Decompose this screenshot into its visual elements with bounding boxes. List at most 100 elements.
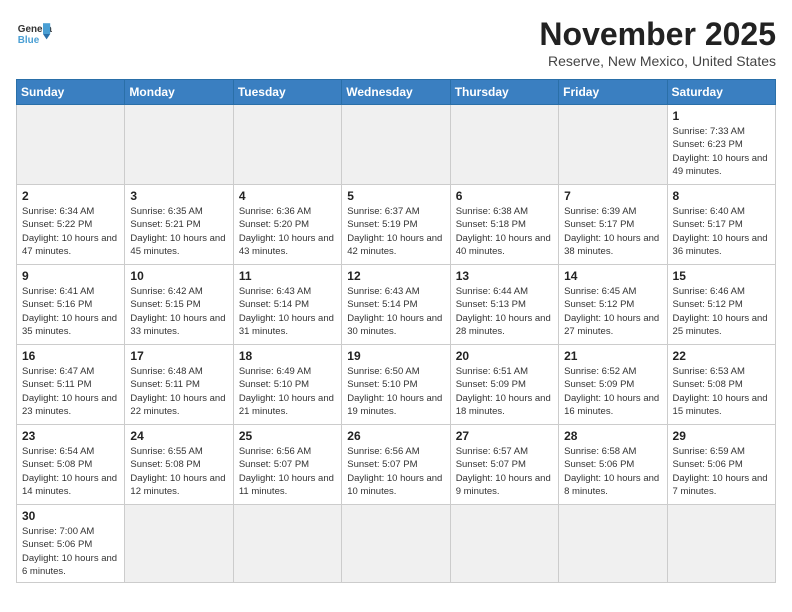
cell-info: Sunrise: 6:47 AM Sunset: 5:11 PM Dayligh… [22,365,119,418]
day-number: 9 [22,269,119,283]
calendar-cell [667,505,775,583]
day-number: 7 [564,189,661,203]
day-number: 3 [130,189,227,203]
calendar-cell: 14 Sunrise: 6:45 AM Sunset: 5:12 PM Dayli… [559,265,667,345]
calendar-cell: 27 Sunrise: 6:57 AM Sunset: 5:07 PM Dayli… [450,425,558,505]
location: Reserve, New Mexico, United States [539,53,776,69]
cell-info: Sunrise: 6:54 AM Sunset: 5:08 PM Dayligh… [22,445,119,498]
cell-info: Sunrise: 6:56 AM Sunset: 5:07 PM Dayligh… [347,445,444,498]
cell-info: Sunrise: 6:34 AM Sunset: 5:22 PM Dayligh… [22,205,119,258]
weekday-header-tuesday: Tuesday [233,80,341,105]
calendar-cell [233,505,341,583]
day-number: 4 [239,189,336,203]
cell-info: Sunrise: 6:36 AM Sunset: 5:20 PM Dayligh… [239,205,336,258]
day-number: 14 [564,269,661,283]
weekday-header-saturday: Saturday [667,80,775,105]
day-number: 8 [673,189,770,203]
day-number: 28 [564,429,661,443]
calendar-cell: 24 Sunrise: 6:55 AM Sunset: 5:08 PM Dayli… [125,425,233,505]
calendar-cell: 16 Sunrise: 6:47 AM Sunset: 5:11 PM Dayli… [17,345,125,425]
calendar-cell: 18Sunrise: 6:49 AM Sunset: 5:10 PM Dayli… [233,345,341,425]
cell-info: Sunrise: 6:53 AM Sunset: 5:08 PM Dayligh… [673,365,770,418]
month-title: November 2025 [539,16,776,53]
cell-info: Sunrise: 6:41 AM Sunset: 5:16 PM Dayligh… [22,285,119,338]
weekday-header-thursday: Thursday [450,80,558,105]
day-number: 27 [456,429,553,443]
logo: General Blue [16,16,52,52]
weekday-header-friday: Friday [559,80,667,105]
weekday-header-row: SundayMondayTuesdayWednesdayThursdayFrid… [17,80,776,105]
weekday-header-sunday: Sunday [17,80,125,105]
calendar-cell: 30Sunrise: 7:00 AM Sunset: 5:06 PM Dayli… [17,505,125,583]
calendar-cell: 21 Sunrise: 6:52 AM Sunset: 5:09 PM Dayli… [559,345,667,425]
cell-info: Sunrise: 7:33 AM Sunset: 6:23 PM Dayligh… [673,125,770,178]
day-number: 10 [130,269,227,283]
svg-text:Blue: Blue [18,35,40,46]
cell-info: Sunrise: 6:51 AM Sunset: 5:09 PM Dayligh… [456,365,553,418]
cell-info: Sunrise: 6:43 AM Sunset: 5:14 PM Dayligh… [239,285,336,338]
day-number: 13 [456,269,553,283]
weekday-header-monday: Monday [125,80,233,105]
cell-info: Sunrise: 6:52 AM Sunset: 5:09 PM Dayligh… [564,365,661,418]
day-number: 22 [673,349,770,363]
calendar-table: SundayMondayTuesdayWednesdayThursdayFrid… [16,79,776,583]
day-number: 20 [456,349,553,363]
day-number: 16 [22,349,119,363]
calendar-week-row: 30Sunrise: 7:00 AM Sunset: 5:06 PM Dayli… [17,505,776,583]
cell-info: Sunrise: 6:55 AM Sunset: 5:08 PM Dayligh… [130,445,227,498]
calendar-cell [233,105,341,185]
calendar-cell: 10 Sunrise: 6:42 AM Sunset: 5:15 PM Dayli… [125,265,233,345]
day-number: 2 [22,189,119,203]
calendar-cell: 9 Sunrise: 6:41 AM Sunset: 5:16 PM Daylig… [17,265,125,345]
day-number: 15 [673,269,770,283]
calendar-week-row: 9 Sunrise: 6:41 AM Sunset: 5:16 PM Daylig… [17,265,776,345]
cell-info: Sunrise: 6:38 AM Sunset: 5:18 PM Dayligh… [456,205,553,258]
calendar-cell: 28 Sunrise: 6:58 AM Sunset: 5:06 PM Dayli… [559,425,667,505]
calendar-cell [559,505,667,583]
calendar-week-row: 2 Sunrise: 6:34 AM Sunset: 5:22 PM Daylig… [17,185,776,265]
calendar-cell: 1Sunrise: 7:33 AM Sunset: 6:23 PM Daylig… [667,105,775,185]
day-number: 11 [239,269,336,283]
page-header: General Blue November 2025 Reserve, New … [16,16,776,69]
calendar-week-row: 1Sunrise: 7:33 AM Sunset: 6:23 PM Daylig… [17,105,776,185]
day-number: 25 [239,429,336,443]
cell-info: Sunrise: 6:42 AM Sunset: 5:15 PM Dayligh… [130,285,227,338]
day-number: 21 [564,349,661,363]
calendar-cell [17,105,125,185]
cell-info: Sunrise: 6:58 AM Sunset: 5:06 PM Dayligh… [564,445,661,498]
calendar-cell: 22 Sunrise: 6:53 AM Sunset: 5:08 PM Dayli… [667,345,775,425]
day-number: 29 [673,429,770,443]
calendar-cell: 29 Sunrise: 6:59 AM Sunset: 5:06 PM Dayli… [667,425,775,505]
cell-info: Sunrise: 6:37 AM Sunset: 5:19 PM Dayligh… [347,205,444,258]
calendar-cell: 15Sunrise: 6:46 AM Sunset: 5:12 PM Dayli… [667,265,775,345]
calendar-cell: 17Sunrise: 6:48 AM Sunset: 5:11 PM Dayli… [125,345,233,425]
day-number: 5 [347,189,444,203]
calendar-week-row: 23 Sunrise: 6:54 AM Sunset: 5:08 PM Dayli… [17,425,776,505]
calendar-cell [559,105,667,185]
calendar-cell [125,505,233,583]
calendar-cell: 4 Sunrise: 6:36 AM Sunset: 5:20 PM Daylig… [233,185,341,265]
calendar-cell: 11 Sunrise: 6:43 AM Sunset: 5:14 PM Dayli… [233,265,341,345]
day-number: 26 [347,429,444,443]
cell-info: Sunrise: 6:56 AM Sunset: 5:07 PM Dayligh… [239,445,336,498]
cell-info: Sunrise: 6:45 AM Sunset: 5:12 PM Dayligh… [564,285,661,338]
calendar-cell: 13 Sunrise: 6:44 AM Sunset: 5:13 PM Dayli… [450,265,558,345]
cell-info: Sunrise: 6:59 AM Sunset: 5:06 PM Dayligh… [673,445,770,498]
title-block: November 2025 Reserve, New Mexico, Unite… [539,16,776,69]
calendar-cell [342,505,450,583]
calendar-cell: 20 Sunrise: 6:51 AM Sunset: 5:09 PM Dayli… [450,345,558,425]
day-number: 6 [456,189,553,203]
cell-info: Sunrise: 6:44 AM Sunset: 5:13 PM Dayligh… [456,285,553,338]
logo-icon: General Blue [16,16,52,52]
day-number: 18 [239,349,336,363]
cell-info: Sunrise: 6:48 AM Sunset: 5:11 PM Dayligh… [130,365,227,418]
calendar-cell: 8Sunrise: 6:40 AM Sunset: 5:17 PM Daylig… [667,185,775,265]
calendar-cell: 2 Sunrise: 6:34 AM Sunset: 5:22 PM Daylig… [17,185,125,265]
calendar-cell: 7Sunrise: 6:39 AM Sunset: 5:17 PM Daylig… [559,185,667,265]
cell-info: Sunrise: 6:57 AM Sunset: 5:07 PM Dayligh… [456,445,553,498]
calendar-cell: 23 Sunrise: 6:54 AM Sunset: 5:08 PM Dayli… [17,425,125,505]
calendar-cell: 3Sunrise: 6:35 AM Sunset: 5:21 PM Daylig… [125,185,233,265]
day-number: 24 [130,429,227,443]
day-number: 23 [22,429,119,443]
calendar-cell [342,105,450,185]
